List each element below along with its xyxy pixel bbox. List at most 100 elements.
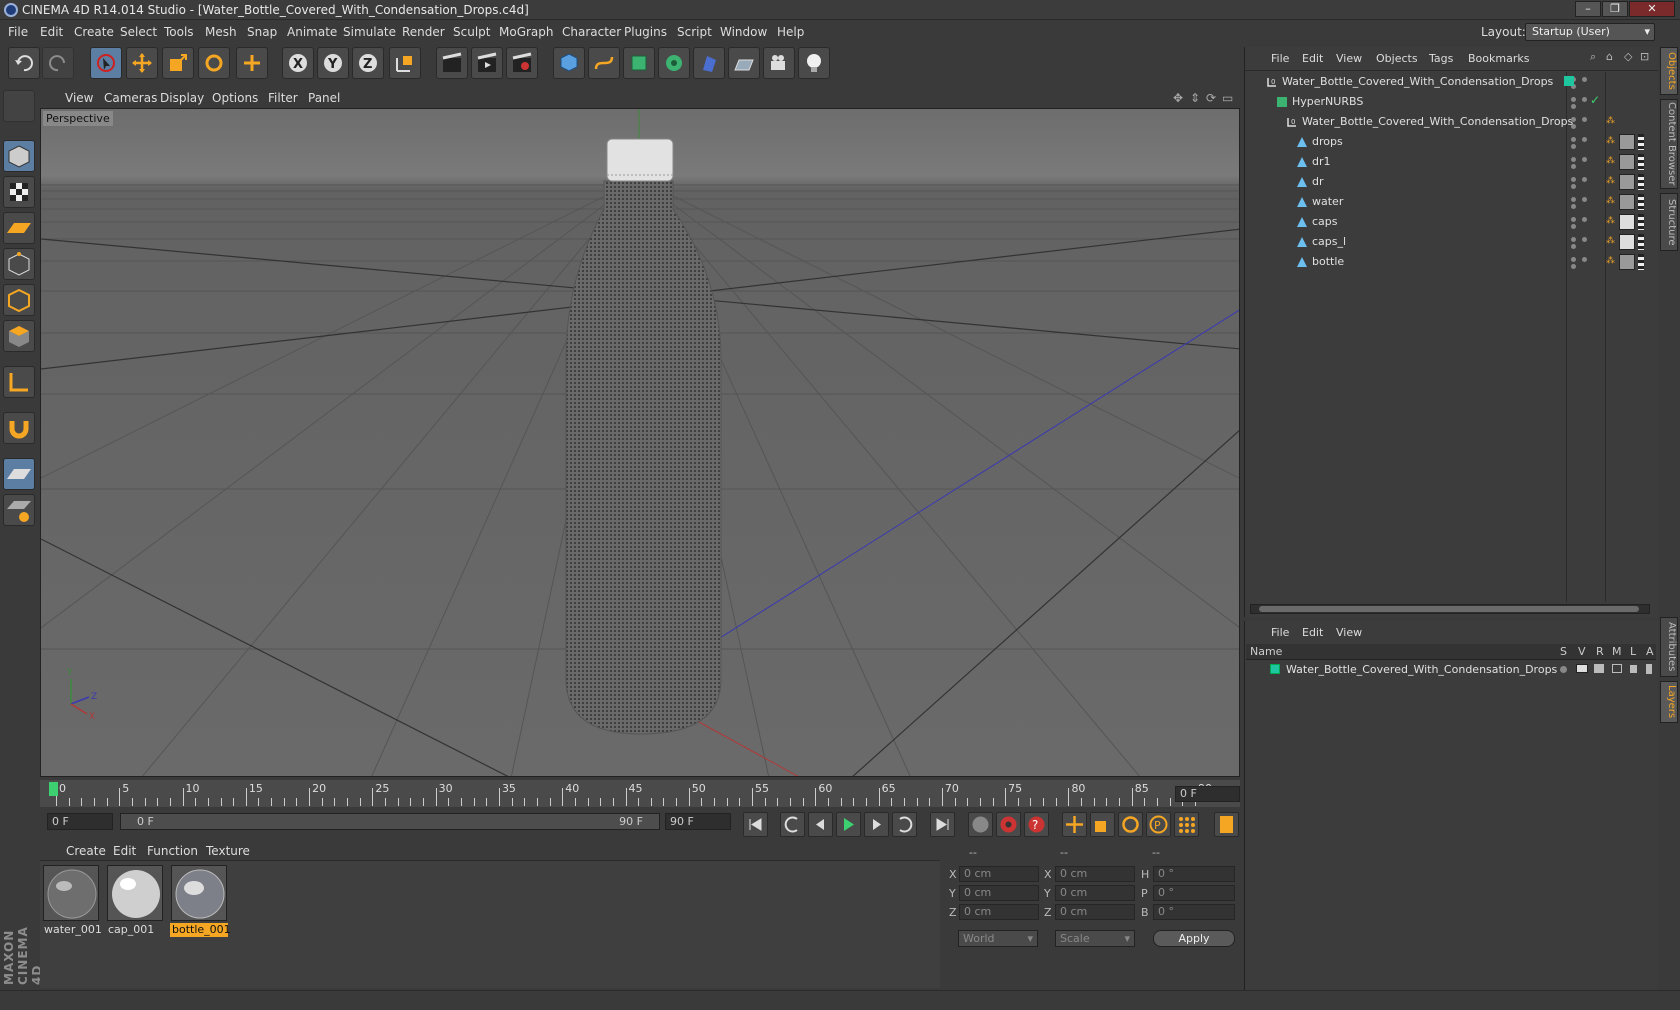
texture-tag-icon[interactable] xyxy=(1619,174,1635,190)
go-to-end-button[interactable] xyxy=(930,812,955,837)
layers-menu-view[interactable]: View xyxy=(1336,626,1362,639)
coordinate-system-button[interactable] xyxy=(389,47,421,79)
timeline-playhead[interactable] xyxy=(49,782,58,796)
material-item[interactable]: water_001 xyxy=(42,865,102,937)
menu-simulate[interactable]: Simulate xyxy=(343,25,396,39)
timeline-scheme-button[interactable] xyxy=(1214,812,1239,837)
texture-tag-icon[interactable] xyxy=(1638,134,1644,150)
objects-menu-file[interactable]: File xyxy=(1271,52,1289,65)
redo-button[interactable] xyxy=(42,47,74,79)
phong-tag-icon[interactable]: ⁂ xyxy=(1606,236,1616,248)
cloner-button[interactable] xyxy=(658,47,690,79)
model-mode-button[interactable] xyxy=(3,140,35,172)
menu-animate[interactable]: Animate xyxy=(287,25,337,39)
menu-sculpt[interactable]: Sculpt xyxy=(453,25,490,39)
layer-col-animation[interactable]: A xyxy=(1646,645,1654,658)
texture-tag-icon[interactable] xyxy=(1638,234,1644,250)
rotation-field[interactable]: 0 ° xyxy=(1153,904,1235,920)
layout-select[interactable]: Startup (User) ▾ xyxy=(1525,23,1655,41)
home-icon[interactable]: ⌂ xyxy=(1606,50,1613,63)
material-menu-texture[interactable]: Texture xyxy=(206,844,250,858)
object-enable-dot[interactable] xyxy=(1582,117,1587,122)
make-editable-button[interactable] xyxy=(3,90,35,122)
position-field[interactable]: 0 cm xyxy=(959,866,1039,882)
render-visibility-dot[interactable] xyxy=(1571,104,1576,109)
layer-col-visible[interactable]: V xyxy=(1578,645,1586,658)
editor-visibility-dot[interactable] xyxy=(1571,197,1576,202)
phong-tag-icon[interactable]: ⁂ xyxy=(1606,176,1616,188)
layer-color-swatch[interactable] xyxy=(1564,76,1574,86)
material-item[interactable]: bottle_001 xyxy=(170,865,231,937)
texture-tag-icon[interactable] xyxy=(1619,234,1635,250)
tab-structure[interactable]: Structure xyxy=(1660,193,1678,251)
current-frame-field[interactable]: 0 F xyxy=(1175,786,1240,802)
editor-visibility-dot[interactable] xyxy=(1571,177,1576,182)
coordinate-mode-select[interactable]: World ▾ xyxy=(958,930,1038,947)
x-axis-lock[interactable]: X xyxy=(282,47,314,79)
phong-tag-icon[interactable]: ⁂ xyxy=(1606,156,1616,168)
texture-mode-button[interactable] xyxy=(3,176,35,208)
go-to-start-button[interactable] xyxy=(743,812,768,837)
object-enable-dot[interactable] xyxy=(1582,197,1587,202)
menu-mesh[interactable]: Mesh xyxy=(205,25,237,39)
object-tree-row[interactable]: dr1 ⁂ xyxy=(1244,152,1658,172)
phong-tag-icon[interactable]: ⁂ xyxy=(1606,116,1616,128)
axis-mode-button[interactable] xyxy=(3,366,35,398)
menu-select[interactable]: Select xyxy=(120,25,157,39)
texture-tag-icon[interactable] xyxy=(1619,194,1635,210)
tab-layers[interactable]: Layers xyxy=(1660,681,1678,723)
layers-menu-file[interactable]: File xyxy=(1271,626,1289,639)
tab-objects[interactable]: Objects xyxy=(1660,47,1678,95)
apply-button[interactable]: Apply xyxy=(1153,930,1235,947)
object-enable-dot[interactable] xyxy=(1582,157,1587,162)
layer-col-manager[interactable]: M xyxy=(1612,645,1622,658)
objects-menu-bookmarks[interactable]: Bookmarks xyxy=(1468,52,1529,65)
render-to-picture-viewer-button[interactable] xyxy=(471,47,503,79)
link-icon[interactable]: ◇ xyxy=(1624,50,1632,63)
undo-button[interactable] xyxy=(8,47,40,79)
editor-visibility-dot[interactable] xyxy=(1571,137,1576,142)
viewport-menu-filter[interactable]: Filter xyxy=(268,91,298,105)
size-field[interactable]: 0 cm xyxy=(1055,885,1135,901)
workplane-lock-button[interactable] xyxy=(3,458,35,490)
viewport-menu-panel[interactable]: Panel xyxy=(308,91,340,105)
render-visibility-dot[interactable] xyxy=(1571,244,1576,249)
size-field[interactable]: 0 cm xyxy=(1055,904,1135,920)
new-window-icon[interactable]: ⊡ xyxy=(1640,50,1649,63)
render-view-button[interactable] xyxy=(436,47,468,79)
frame-range-slider[interactable]: 0 F 90 F xyxy=(120,813,660,830)
render-visibility-dot[interactable] xyxy=(1571,224,1576,229)
object-tree-row[interactable]: HyperNURBS ✓ xyxy=(1244,92,1658,112)
points-mode-button[interactable] xyxy=(3,248,35,280)
objects-menu-tags[interactable]: Tags xyxy=(1429,52,1453,65)
render-settings-button[interactable] xyxy=(506,47,538,79)
keyframe-selection-button[interactable]: ? xyxy=(1024,812,1049,837)
menu-file[interactable]: File xyxy=(8,25,28,39)
object-tree-row[interactable]: 0 Water_Bottle_Covered_With_Condensation_… xyxy=(1244,72,1658,92)
zoom-view-icon[interactable]: ⇕ xyxy=(1190,91,1200,105)
layer-lock-toggle[interactable] xyxy=(1630,665,1637,673)
cube-primitive-button[interactable] xyxy=(553,47,585,79)
menu-character[interactable]: Character xyxy=(562,25,621,39)
object-enable-dot[interactable] xyxy=(1582,257,1587,262)
position-field[interactable]: 0 cm xyxy=(959,904,1039,920)
layer-solo-toggle[interactable] xyxy=(1560,666,1567,673)
phong-tag-icon[interactable]: ⁂ xyxy=(1606,216,1616,228)
viewport-menu-display[interactable]: Display xyxy=(160,91,204,105)
menu-mograph[interactable]: MoGraph xyxy=(499,25,554,39)
object-enable-dot[interactable] xyxy=(1582,77,1587,82)
layer-animation-toggle[interactable] xyxy=(1646,664,1652,674)
object-enable-dot[interactable] xyxy=(1582,217,1587,222)
previous-frame-button[interactable] xyxy=(808,812,833,837)
record-active-objects-button[interactable] xyxy=(968,812,993,837)
phong-tag-icon[interactable]: ⁂ xyxy=(1606,196,1616,208)
menu-snap[interactable]: Snap xyxy=(247,25,277,39)
layer-col-solo[interactable]: S xyxy=(1560,645,1567,658)
texture-tag-icon[interactable] xyxy=(1638,214,1644,230)
texture-tag-icon[interactable] xyxy=(1638,254,1644,270)
material-item[interactable]: cap_001 xyxy=(106,865,164,937)
add-tool[interactable] xyxy=(236,47,268,79)
texture-tag-icon[interactable] xyxy=(1638,154,1644,170)
deformer-button[interactable] xyxy=(693,47,725,79)
menu-window[interactable]: Window xyxy=(720,25,767,39)
